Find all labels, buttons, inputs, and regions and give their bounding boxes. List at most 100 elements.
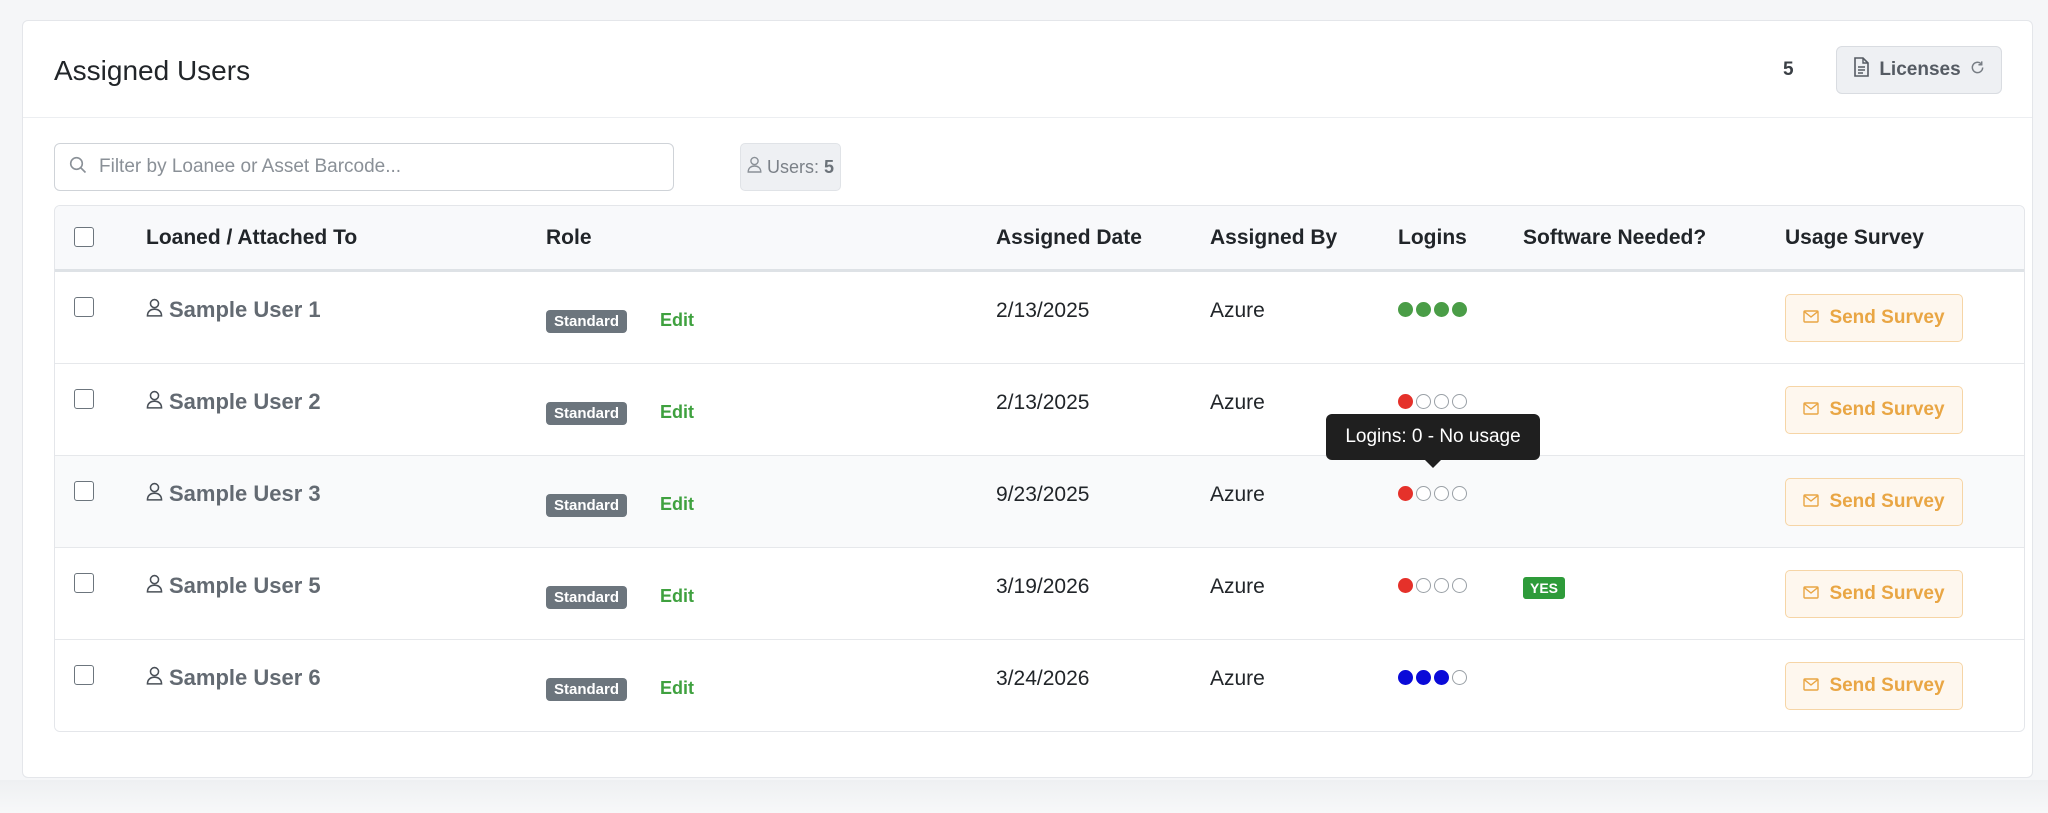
send-survey-button[interactable]: Send Survey <box>1785 662 1963 710</box>
logins-indicator[interactable] <box>1398 394 1467 409</box>
edit-role-link[interactable]: Edit <box>660 586 694 607</box>
row-checkbox[interactable] <box>74 665 94 685</box>
edit-role-link[interactable]: Edit <box>660 310 694 331</box>
assigned-users-card: Assigned Users 5 Licenses Users: 5 <box>22 20 2033 778</box>
assigned-by: Azure <box>1210 483 1265 506</box>
send-survey-label: Send Survey <box>1829 491 1945 512</box>
logins-indicator[interactable] <box>1398 302 1467 317</box>
row-checkbox[interactable] <box>74 297 94 317</box>
search-box[interactable] <box>54 143 674 191</box>
table-row: Sample User 5 Standard Edit 3/19/2026 Azure Y… <box>55 548 2024 640</box>
assigned-date: 3/24/2026 <box>996 667 1090 690</box>
login-dot <box>1434 578 1449 593</box>
software-needed-badge: YES <box>1523 577 1566 599</box>
users-count-value: 5 <box>824 156 835 177</box>
role-badge: Standard <box>546 310 628 333</box>
mail-icon <box>1803 675 1820 697</box>
user-icon <box>747 156 762 178</box>
document-icon <box>1853 57 1870 83</box>
role-badge: Standard <box>546 402 628 425</box>
login-dot <box>1452 302 1467 317</box>
user-cell[interactable]: Sample User 1 <box>146 297 321 323</box>
send-survey-button[interactable]: Send Survey <box>1785 478 1963 526</box>
login-dot <box>1434 486 1449 501</box>
card-header: Assigned Users 5 Licenses <box>23 21 2032 118</box>
search-input[interactable] <box>97 155 673 179</box>
user-cell[interactable]: Sample User 6 <box>146 665 321 691</box>
login-dot <box>1452 394 1467 409</box>
user-icon <box>146 481 163 507</box>
user-icon <box>146 389 163 415</box>
login-dot <box>1416 302 1431 317</box>
column-header-survey[interactable]: Usage Survey <box>1785 226 1924 250</box>
logins-indicator[interactable] <box>1398 486 1467 501</box>
send-survey-button[interactable]: Send Survey <box>1785 294 1963 342</box>
user-icon <box>146 573 163 599</box>
user-name: Sample User 2 <box>169 389 321 414</box>
row-checkbox[interactable] <box>74 573 94 593</box>
table-header: Loaned / Attached To Role Assigned Date … <box>55 206 2024 272</box>
user-name: Sample User 5 <box>169 573 321 598</box>
edit-role-link[interactable]: Edit <box>660 402 694 423</box>
role-badge: Standard <box>546 678 628 701</box>
login-dot <box>1398 578 1413 593</box>
send-survey-label: Send Survey <box>1829 399 1945 420</box>
select-all-checkbox[interactable] <box>74 227 94 247</box>
logins-tooltip: Logins: 0 - No usage <box>1326 414 1540 468</box>
mail-icon <box>1803 583 1820 605</box>
login-dot <box>1434 302 1449 317</box>
logins-indicator[interactable] <box>1398 578 1467 593</box>
row-checkbox[interactable] <box>74 481 94 501</box>
login-dot <box>1434 670 1449 685</box>
assigned-date: 3/19/2026 <box>996 575 1090 598</box>
assigned-by: Azure <box>1210 575 1265 598</box>
assigned-by: Azure <box>1210 667 1265 690</box>
send-survey-label: Send Survey <box>1829 307 1945 328</box>
table-row: Sample User 2 Standard Edit 2/13/2025 Azure S… <box>55 364 2024 456</box>
filter-row: Users: 5 <box>54 143 2024 193</box>
role-badge: Standard <box>546 494 628 517</box>
assigned-date: 9/23/2025 <box>996 483 1090 506</box>
user-name: Sample User 6 <box>169 665 321 690</box>
table-row: Sample Uesr 3 Standard Edit 9/23/2025 Azure S… <box>55 456 2024 548</box>
licenses-button[interactable]: Licenses <box>1836 46 2002 94</box>
refresh-icon <box>1970 59 1985 81</box>
page-bottom <box>0 780 2048 813</box>
user-cell[interactable]: Sample User 2 <box>146 389 321 415</box>
user-name: Sample User 1 <box>169 297 321 322</box>
login-dot <box>1416 670 1431 685</box>
table-row: Sample User 6 Standard Edit 3/24/2026 Azure S… <box>55 640 2024 731</box>
column-header-role[interactable]: Role <box>546 226 592 250</box>
edit-role-link[interactable]: Edit <box>660 494 694 515</box>
licenses-label: Licenses <box>1879 59 1961 80</box>
login-dot <box>1398 486 1413 501</box>
logins-indicator[interactable] <box>1398 670 1467 685</box>
users-count-badge: Users: 5 <box>740 143 841 191</box>
edit-role-link[interactable]: Edit <box>660 678 694 699</box>
assigned-by: Azure <box>1210 299 1265 322</box>
send-survey-button[interactable]: Send Survey <box>1785 386 1963 434</box>
column-header-loaned[interactable]: Loaned / Attached To <box>146 226 357 250</box>
send-survey-button[interactable]: Send Survey <box>1785 570 1963 618</box>
login-dot <box>1452 486 1467 501</box>
login-dot <box>1416 486 1431 501</box>
mail-icon <box>1803 399 1820 421</box>
column-header-software[interactable]: Software Needed? <box>1523 226 1706 250</box>
users-count-label: Users: <box>766 156 819 177</box>
login-dot <box>1416 578 1431 593</box>
user-cell[interactable]: Sample User 5 <box>146 573 321 599</box>
login-dot <box>1434 394 1449 409</box>
row-checkbox[interactable] <box>74 389 94 409</box>
column-header-assigned-date[interactable]: Assigned Date <box>996 226 1142 250</box>
user-name: Sample Uesr 3 <box>169 481 321 506</box>
user-cell[interactable]: Sample Uesr 3 <box>146 481 321 507</box>
user-icon <box>146 297 163 323</box>
page-title: Assigned Users <box>54 55 251 86</box>
login-dot <box>1398 394 1413 409</box>
column-header-logins[interactable]: Logins <box>1398 226 1467 250</box>
column-header-assigned-by[interactable]: Assigned By <box>1210 226 1337 250</box>
mail-icon <box>1803 491 1820 513</box>
assigned-count: 5 <box>1783 59 1794 80</box>
login-dot <box>1416 394 1431 409</box>
role-badge: Standard <box>546 586 628 609</box>
